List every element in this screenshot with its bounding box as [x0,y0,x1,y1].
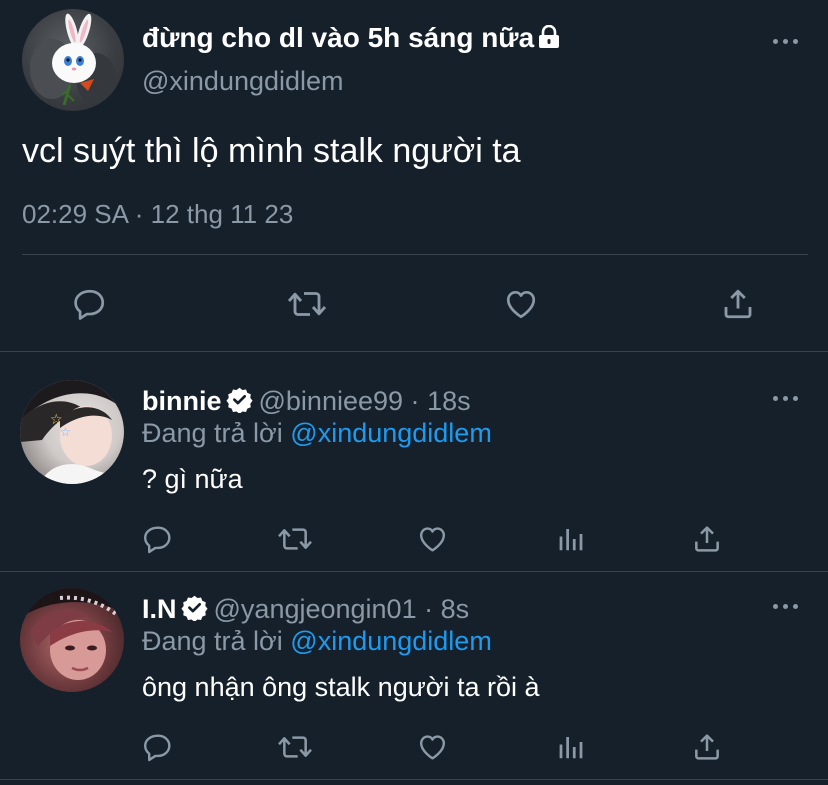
reply-button[interactable] [70,284,110,324]
display-name-text: đừng cho dl vào 5h sáng nữa [142,22,535,53]
retweet-button[interactable] [285,284,329,324]
divider [0,571,828,572]
more-icon[interactable] [773,38,799,46]
replying-label: Đang trả lời [142,626,283,656]
heart-icon [419,735,445,760]
reply-text: ? gì nữa [142,464,243,494]
binnie-avatar-image: ☆ ☆ [20,380,124,484]
verified-badge-icon [180,594,208,628]
lock-icon [538,24,560,56]
like-button[interactable] [501,284,541,324]
heart-icon [506,290,536,319]
verified-badge-icon [225,386,253,420]
analytics-icon [559,529,583,551]
like-button[interactable] [415,522,449,556]
separator-dot: · [424,594,434,624]
display-name[interactable]: đừng cho dl vào 5h sáng nữa [142,22,560,56]
analytics-icon [559,737,583,759]
mention-link[interactable]: @xindungdidlem [290,626,492,656]
analytics-button[interactable] [554,522,588,556]
reply-icon [144,526,171,554]
replying-label: Đang trả lời [142,418,283,448]
heart-icon [419,527,445,552]
reply-display-name[interactable]: I.N [142,594,177,624]
avatar[interactable] [20,588,124,692]
reply-display-name[interactable]: binnie [142,386,222,416]
mention-link[interactable]: @xindungdidlem [290,418,492,448]
reply-handle[interactable]: @yangjeongin01 [214,594,417,624]
more-icon[interactable] [773,603,799,611]
share-icon [695,734,719,760]
svg-text:☆: ☆ [60,425,71,439]
retweet-icon [278,528,312,550]
reply-header: binnie @binniee99 · 18s [142,386,471,420]
replying-to: Đang trả lời @xindungdidlem [142,418,492,449]
divider [22,254,808,255]
analytics-button[interactable] [554,730,588,764]
share-icon [695,526,719,552]
tweet-text: vcl suýt thì lộ mình stalk người ta [22,132,521,170]
retweet-button[interactable] [275,730,315,764]
share-button[interactable] [718,284,758,324]
reply-text: ông nhận ông stalk người ta rồi à [142,672,540,702]
retweet-icon [287,292,327,316]
separator-dot: · [410,386,420,416]
reply-handle[interactable]: @binniee99 [259,386,404,416]
more-icon[interactable] [773,395,799,403]
share-button[interactable] [690,730,724,764]
in-avatar-image [20,588,124,680]
share-button[interactable] [690,522,724,556]
snowball-bunny-avatar-image [30,13,116,106]
avatar[interactable] [22,9,124,111]
reply-button[interactable] [141,522,175,556]
reply-header: I.N @yangjeongin01 · 8s [142,594,469,628]
retweet-icon [278,736,312,758]
avatar[interactable]: ☆ ☆ [20,380,124,484]
divider [0,351,828,352]
reply-time[interactable]: 8s [441,594,470,624]
replying-to: Đang trả lời @xindungdidlem [142,626,492,657]
reply-time[interactable]: 18s [427,386,471,416]
user-handle[interactable]: @xindungdidlem [142,66,344,97]
reply-icon [74,289,105,320]
reply-icon [144,734,171,762]
divider [0,779,828,780]
reply-button[interactable] [141,730,175,764]
tweet-timestamp[interactable]: 02:29 SA · 12 thg 11 23 [22,199,293,230]
like-button[interactable] [415,730,449,764]
retweet-button[interactable] [275,522,315,556]
share-icon [724,289,752,319]
